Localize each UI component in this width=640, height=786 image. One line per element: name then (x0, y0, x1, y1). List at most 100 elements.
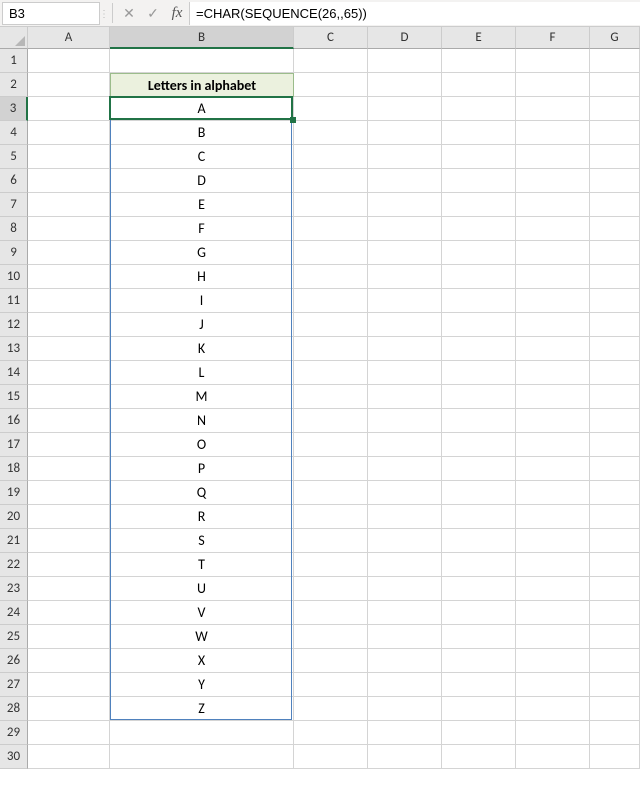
cell-E17[interactable] (442, 433, 516, 457)
cell-B30[interactable] (110, 745, 294, 769)
row-header-4[interactable]: 4 (0, 121, 28, 145)
cell-A17[interactable] (28, 433, 110, 457)
cell-A12[interactable] (28, 313, 110, 337)
cell-E28[interactable] (442, 697, 516, 721)
cell-E9[interactable] (442, 241, 516, 265)
cancel-button[interactable]: ✕ (117, 0, 141, 26)
cell-G23[interactable] (590, 577, 640, 601)
cell-G26[interactable] (590, 649, 640, 673)
enter-button[interactable]: ✓ (141, 0, 165, 26)
cell-G28[interactable] (590, 697, 640, 721)
cell-D9[interactable] (368, 241, 442, 265)
cell-E13[interactable] (442, 337, 516, 361)
cell-D1[interactable] (368, 49, 442, 73)
cell-F13[interactable] (516, 337, 590, 361)
row-header-29[interactable]: 29 (0, 721, 28, 745)
cell-B2[interactable]: Letters in alphabet (110, 73, 294, 97)
column-header-F[interactable]: F (516, 27, 590, 49)
cell-B26[interactable]: X (110, 649, 294, 673)
row-header-13[interactable]: 13 (0, 337, 28, 361)
row-header-18[interactable]: 18 (0, 457, 28, 481)
cell-C1[interactable] (294, 49, 368, 73)
cell-A16[interactable] (28, 409, 110, 433)
cell-F4[interactable] (516, 121, 590, 145)
row-header-3[interactable]: 3 (0, 97, 28, 121)
cell-D4[interactable] (368, 121, 442, 145)
row-header-30[interactable]: 30 (0, 745, 28, 769)
cell-A2[interactable] (28, 73, 110, 97)
row-header-16[interactable]: 16 (0, 409, 28, 433)
cell-G2[interactable] (590, 73, 640, 97)
cell-F6[interactable] (516, 169, 590, 193)
cell-E15[interactable] (442, 385, 516, 409)
cell-E23[interactable] (442, 577, 516, 601)
cell-D19[interactable] (368, 481, 442, 505)
cell-F26[interactable] (516, 649, 590, 673)
cell-F16[interactable] (516, 409, 590, 433)
cell-B5[interactable]: C (110, 145, 294, 169)
cell-E16[interactable] (442, 409, 516, 433)
cell-D5[interactable] (368, 145, 442, 169)
cell-E7[interactable] (442, 193, 516, 217)
cell-G19[interactable] (590, 481, 640, 505)
cell-F20[interactable] (516, 505, 590, 529)
fill-handle[interactable] (290, 117, 296, 123)
cell-D13[interactable] (368, 337, 442, 361)
cell-E27[interactable] (442, 673, 516, 697)
cell-F11[interactable] (516, 289, 590, 313)
formula-input[interactable] (189, 2, 640, 25)
cell-G17[interactable] (590, 433, 640, 457)
cell-D15[interactable] (368, 385, 442, 409)
cell-F14[interactable] (516, 361, 590, 385)
cell-D8[interactable] (368, 217, 442, 241)
cell-C17[interactable] (294, 433, 368, 457)
cell-B22[interactable]: T (110, 553, 294, 577)
name-box[interactable]: ▼ (2, 2, 100, 25)
cell-B15[interactable]: M (110, 385, 294, 409)
row-header-26[interactable]: 26 (0, 649, 28, 673)
cell-F30[interactable] (516, 745, 590, 769)
cell-F1[interactable] (516, 49, 590, 73)
row-header-11[interactable]: 11 (0, 289, 28, 313)
row-header-10[interactable]: 10 (0, 265, 28, 289)
cell-G13[interactable] (590, 337, 640, 361)
cell-B11[interactable]: I (110, 289, 294, 313)
cell-A29[interactable] (28, 721, 110, 745)
cell-B4[interactable]: B (110, 121, 294, 145)
cell-E1[interactable] (442, 49, 516, 73)
cell-B23[interactable]: U (110, 577, 294, 601)
row-header-1[interactable]: 1 (0, 49, 28, 73)
cell-C19[interactable] (294, 481, 368, 505)
cell-F18[interactable] (516, 457, 590, 481)
cell-D12[interactable] (368, 313, 442, 337)
cell-E6[interactable] (442, 169, 516, 193)
column-header-A[interactable]: A (28, 27, 110, 49)
cell-F22[interactable] (516, 553, 590, 577)
cell-D29[interactable] (368, 721, 442, 745)
cell-A15[interactable] (28, 385, 110, 409)
cell-C12[interactable] (294, 313, 368, 337)
row-header-17[interactable]: 17 (0, 433, 28, 457)
cell-G7[interactable] (590, 193, 640, 217)
cell-E5[interactable] (442, 145, 516, 169)
cell-C3[interactable] (294, 97, 368, 121)
cell-B28[interactable]: Z (110, 697, 294, 721)
cell-A14[interactable] (28, 361, 110, 385)
cell-F12[interactable] (516, 313, 590, 337)
cell-C18[interactable] (294, 457, 368, 481)
cell-F9[interactable] (516, 241, 590, 265)
cell-D25[interactable] (368, 625, 442, 649)
cell-E24[interactable] (442, 601, 516, 625)
cell-D22[interactable] (368, 553, 442, 577)
row-header-20[interactable]: 20 (0, 505, 28, 529)
cell-G10[interactable] (590, 265, 640, 289)
column-header-B[interactable]: B (110, 27, 294, 49)
cell-E3[interactable] (442, 97, 516, 121)
cell-D7[interactable] (368, 193, 442, 217)
cell-E20[interactable] (442, 505, 516, 529)
cell-F24[interactable] (516, 601, 590, 625)
cell-A8[interactable] (28, 217, 110, 241)
cell-F17[interactable] (516, 433, 590, 457)
cell-F29[interactable] (516, 721, 590, 745)
row-header-8[interactable]: 8 (0, 217, 28, 241)
